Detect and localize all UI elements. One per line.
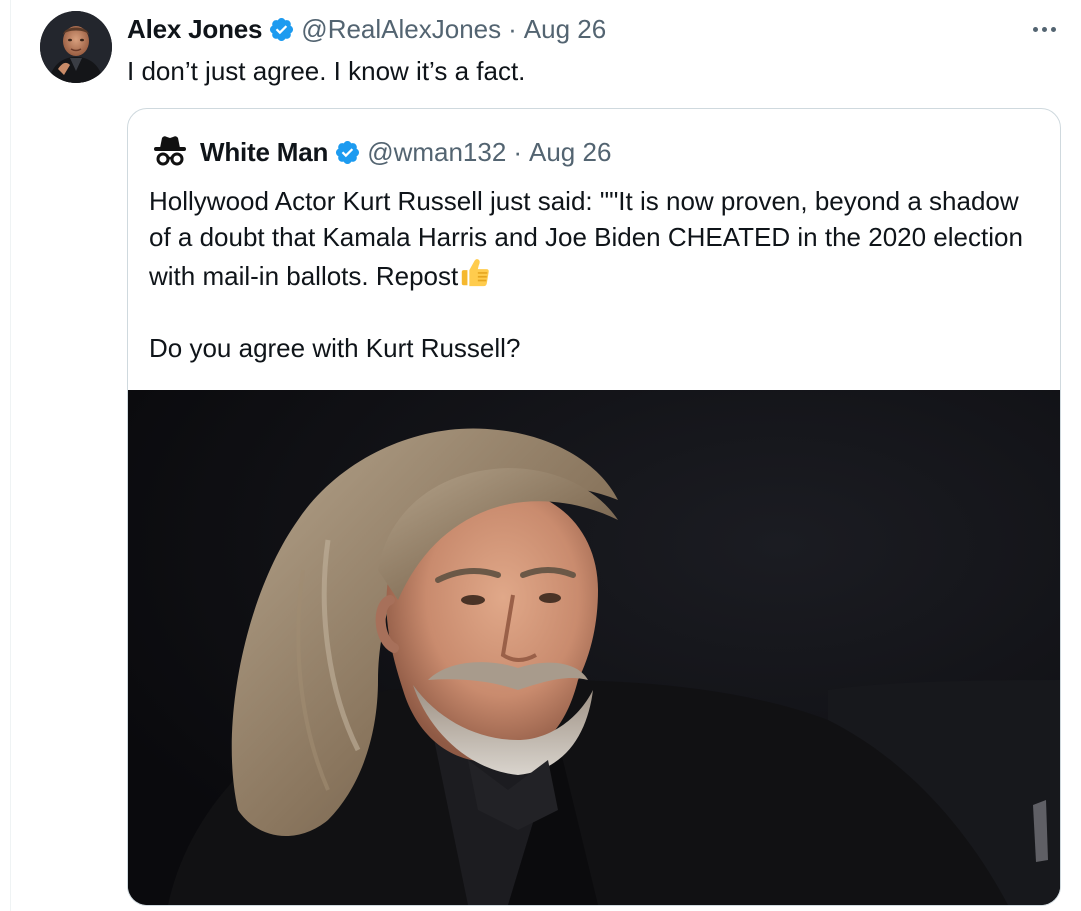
quoted-tweet-card[interactable]: White Man @wman132 · Aug 26 Hollywood Ac…: [127, 108, 1061, 906]
verified-badge-icon: [334, 139, 361, 166]
quoted-author-handle[interactable]: @wman132: [367, 137, 506, 168]
more-dot: [1041, 26, 1047, 32]
tweet-date[interactable]: Aug 26: [524, 14, 606, 45]
author-name[interactable]: Alex Jones: [127, 14, 262, 45]
quoted-tweet-text-body: Hollywood Actor Kurt Russell just said: …: [149, 186, 1023, 291]
quoted-tweet-photo[interactable]: [128, 390, 1060, 905]
quoted-author-name[interactable]: White Man: [200, 137, 328, 168]
quoted-tweet-text: Hollywood Actor Kurt Russell just said: …: [149, 183, 1039, 366]
quoted-tweet-question: Do you agree with Kurt Russell?: [149, 333, 521, 363]
quoted-tweet-date[interactable]: Aug 26: [529, 137, 611, 168]
timeline-divider: [10, 0, 11, 911]
more-dot: [1050, 26, 1056, 32]
author-handle[interactable]: @RealAlexJones: [301, 14, 501, 45]
author-avatar[interactable]: [40, 11, 112, 83]
separator-dot: ·: [513, 136, 522, 167]
separator-dot: ·: [508, 13, 517, 44]
tweet-text: I don’t just agree. I know it’s a fact.: [127, 56, 526, 86]
more-options-icon[interactable]: [1024, 16, 1064, 42]
quoted-author-avatar-incognito-icon[interactable]: [148, 130, 192, 174]
more-dot: [1032, 26, 1038, 32]
quoted-tweet-header: White Man @wman132 · Aug 26: [148, 130, 611, 174]
thumbs-up-emoji-icon: [458, 255, 492, 289]
verified-badge-icon: [268, 16, 295, 43]
tweet-header: Alex Jones @RealAlexJones · Aug 26: [127, 12, 606, 46]
